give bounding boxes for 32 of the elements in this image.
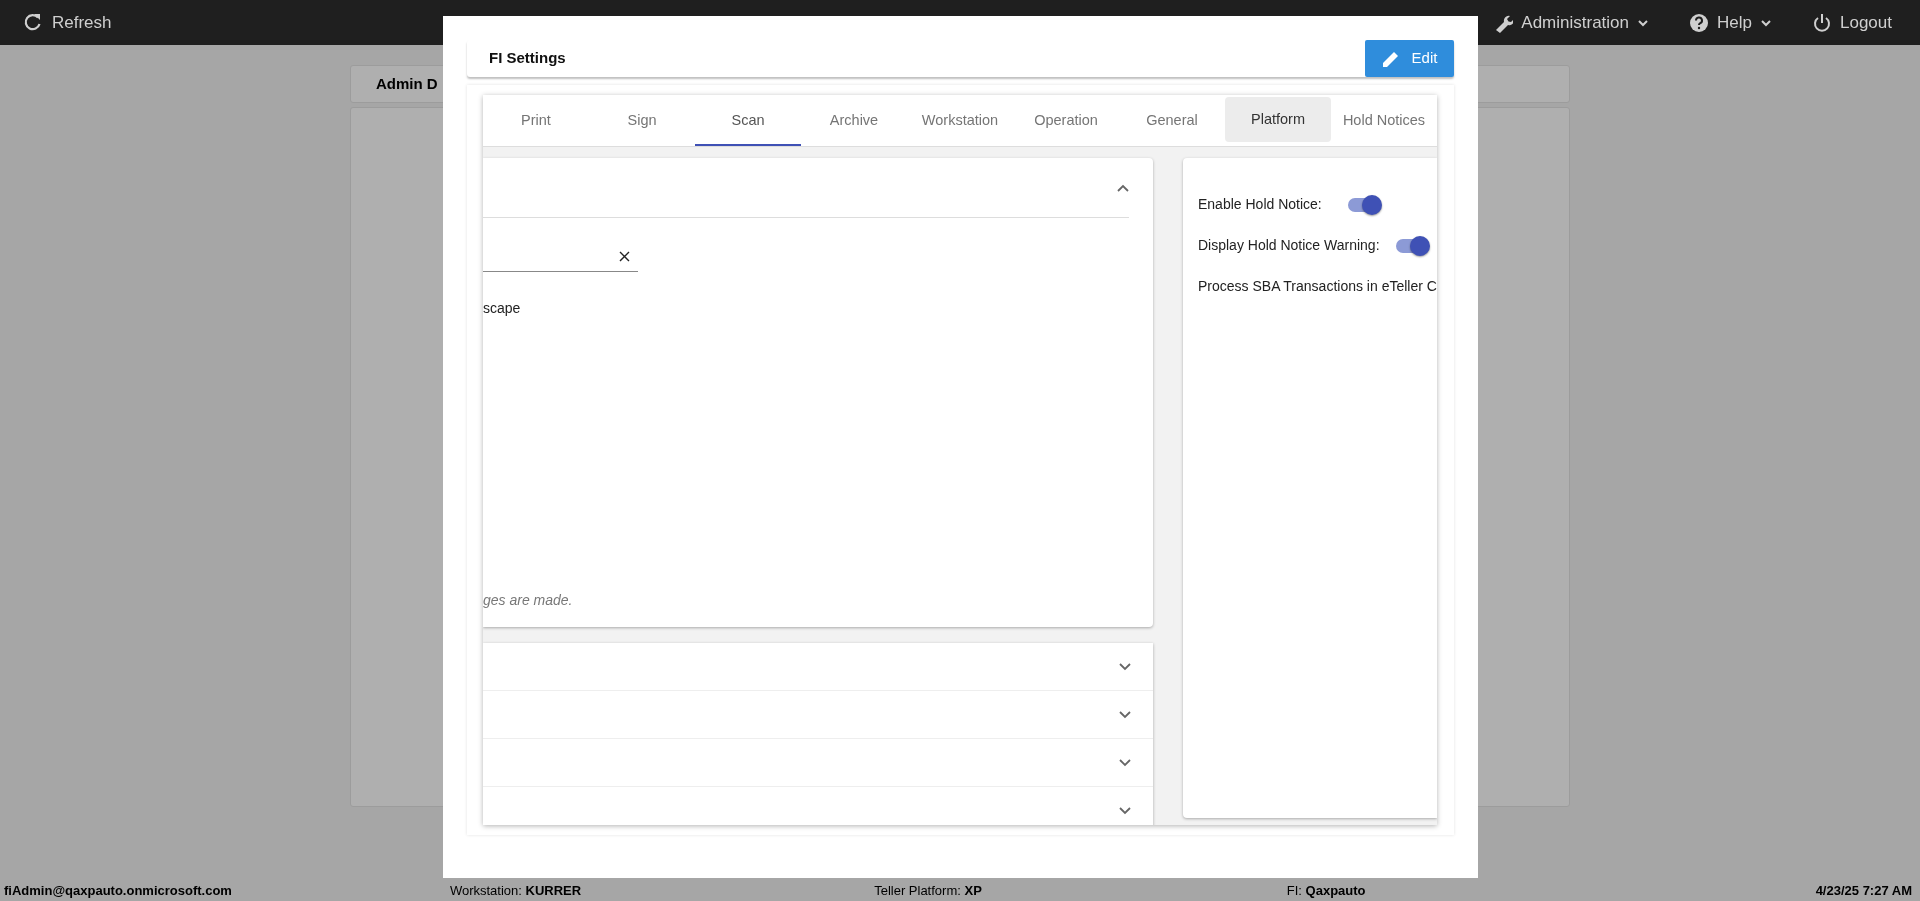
tab[interactable]: Print <box>483 95 589 146</box>
dialog-title: FI Settings <box>488 48 566 69</box>
edit-button[interactable]: Edit <box>1365 40 1454 77</box>
fi-info: FI: Qaxpauto <box>1286 883 1366 897</box>
pencil-icon <box>1381 49 1400 68</box>
refresh-button[interactable]: Refresh <box>24 9 112 36</box>
setting-label: Display Hold Notice Warning: <box>1198 236 1380 255</box>
menu-button[interactable]: Help <box>1689 9 1772 36</box>
power-icon <box>1812 12 1832 33</box>
chevron-down-icon[interactable] <box>1119 662 1131 671</box>
logout-button[interactable]: Logout <box>1812 9 1892 36</box>
workstation-info: Workstation: KURRER <box>449 883 582 897</box>
menu-button[interactable]: Administration <box>1493 9 1650 36</box>
setting-label: Process SBA Transactions in eTeller C <box>1198 277 1437 296</box>
help-icon <box>1689 12 1710 33</box>
tab-label[interactable]: Admin D <box>376 72 438 96</box>
option-label: scape <box>483 299 522 318</box>
chevron-down-icon[interactable] <box>1119 806 1131 815</box>
date-time: 4/23/25 7:27 AM <box>1815 883 1912 897</box>
tab[interactable]: Platform <box>1225 97 1331 142</box>
caret-icon <box>1637 17 1650 28</box>
chevron-down-icon[interactable] <box>1119 710 1131 719</box>
user-email: fiAdmin@qaxpauto.onmicrosoft.com <box>4 883 232 897</box>
setting-label: Enable Hold Notice: <box>1198 195 1322 214</box>
chevron-down-icon[interactable] <box>1119 758 1131 767</box>
chevron-up-icon[interactable] <box>1117 184 1129 193</box>
tab[interactable]: Hold Notices <box>1331 95 1437 146</box>
platform-info: Teller Platform: XP <box>874 883 982 897</box>
caret-icon <box>1760 17 1772 28</box>
note-text: ges are made. <box>483 591 574 610</box>
clear-icon[interactable] <box>619 251 630 262</box>
tab[interactable]: Scan <box>695 95 801 146</box>
